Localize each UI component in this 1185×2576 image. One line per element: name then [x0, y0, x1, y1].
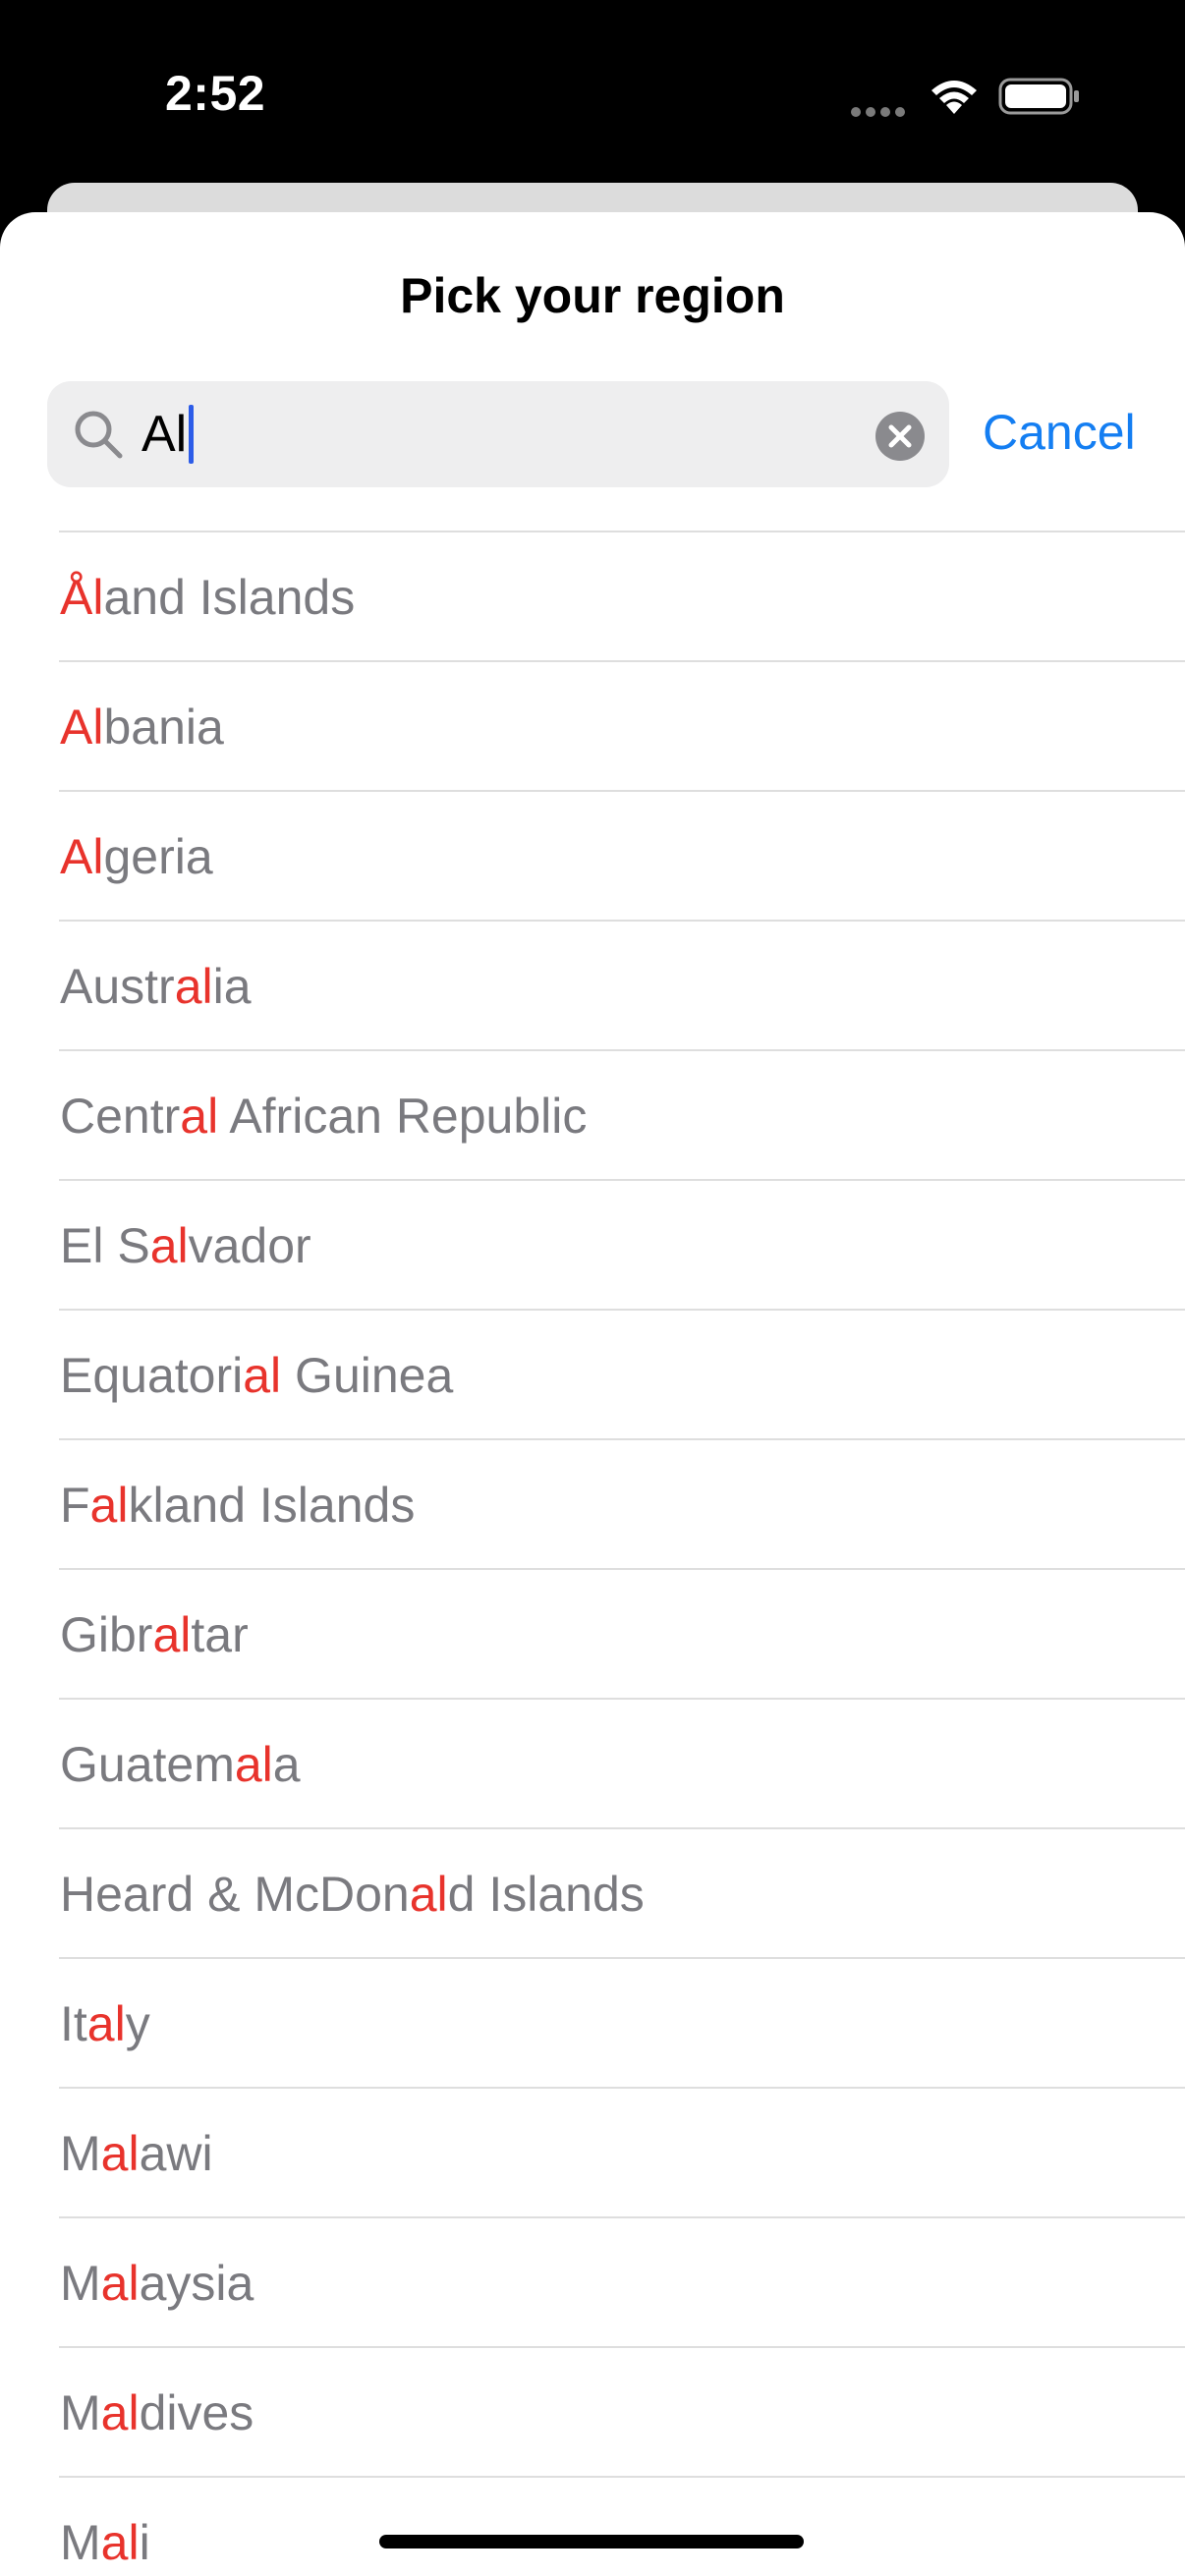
region-item-albania[interactable]: Albania — [59, 660, 1185, 790]
match-highlight: al — [89, 1478, 129, 1533]
match-highlight: al — [180, 1089, 219, 1144]
region-label: Albania — [60, 700, 224, 755]
clear-text-icon[interactable] — [875, 411, 926, 462]
region-label: Mali — [60, 2515, 150, 2570]
region-label: Malaysia — [60, 2256, 254, 2311]
region-item-algeria[interactable]: Algeria — [59, 790, 1185, 920]
match-highlight: al — [174, 959, 213, 1014]
match-highlight: al — [86, 1996, 126, 2051]
battery-icon — [998, 78, 1079, 115]
home-indicator — [379, 2535, 804, 2548]
match-highlight: Al — [60, 829, 104, 884]
region-item-aland-islands[interactable]: Åland Islands — [59, 531, 1185, 660]
region-label: El Salvador — [60, 1218, 311, 1273]
match-highlight: Al — [60, 700, 104, 755]
region-item-el-salvador[interactable]: El Salvador — [59, 1179, 1185, 1309]
region-item-malawi[interactable]: Malawi — [59, 2087, 1185, 2216]
region-label: Åland Islands — [60, 570, 356, 625]
region-list: Åland Islands Albania Algeria Australia … — [0, 531, 1185, 2576]
region-item-gibraltar[interactable]: Gibraltar — [59, 1568, 1185, 1698]
match-highlight: al — [100, 2126, 140, 2181]
region-label: Gibraltar — [60, 1607, 249, 1662]
region-item-guatemala[interactable]: Guatemala — [59, 1698, 1185, 1827]
region-label: Italy — [60, 1996, 150, 2051]
region-label: Malawi — [60, 2126, 213, 2181]
cellular-signal-icon — [851, 104, 910, 122]
region-item-central-african-republic[interactable]: Central African Republic — [59, 1049, 1185, 1179]
region-item-falkland-islands[interactable]: Falkland Islands — [59, 1438, 1185, 1568]
sheet-title: Pick your region — [400, 268, 785, 323]
cancel-button[interactable]: Cancel — [983, 401, 1136, 464]
match-highlight: al — [152, 1607, 192, 1662]
search-input-value: Al — [141, 406, 188, 463]
match-highlight: al — [100, 2256, 140, 2311]
match-highlight: al — [243, 1348, 282, 1403]
match-highlight: al — [100, 2515, 140, 2570]
region-label: Falkland Islands — [60, 1478, 416, 1533]
search-field[interactable]: Al — [47, 381, 949, 487]
region-item-mali[interactable]: Mali — [59, 2476, 1185, 2576]
region-item-heard-mcdonald-islands[interactable]: Heard & McDonald Islands — [59, 1827, 1185, 1957]
region-label: Heard & McDonald Islands — [60, 1867, 645, 1922]
region-label: Australia — [60, 959, 252, 1014]
match-highlight: al — [234, 1737, 273, 1792]
region-item-equatorial-guinea[interactable]: Equatorial Guinea — [59, 1309, 1185, 1438]
match-highlight: Ål — [60, 570, 104, 625]
match-highlight: al — [100, 2385, 140, 2440]
match-highlight: al — [149, 1218, 189, 1273]
search-icon — [75, 411, 123, 459]
region-item-malaysia[interactable]: Malaysia — [59, 2216, 1185, 2346]
region-item-italy[interactable]: Italy — [59, 1957, 1185, 2087]
region-label: Algeria — [60, 829, 213, 884]
region-label: Maldives — [60, 2385, 254, 2440]
status-time: 2:52 — [165, 66, 266, 121]
region-label: Central African Republic — [60, 1089, 588, 1144]
status-bar: 2:52 — [0, 0, 1185, 187]
text-caret — [189, 405, 195, 464]
region-picker-sheet: Pick your region Al Cancel Åland Islands… — [0, 212, 1185, 2576]
region-label: Equatorial Guinea — [60, 1348, 454, 1403]
region-label: Guatemala — [60, 1737, 301, 1792]
region-item-maldives[interactable]: Maldives — [59, 2346, 1185, 2476]
region-item-australia[interactable]: Australia — [59, 920, 1185, 1049]
match-highlight: al — [409, 1867, 448, 1922]
search-input[interactable]: Al — [141, 405, 195, 464]
wifi-icon — [931, 81, 977, 114]
